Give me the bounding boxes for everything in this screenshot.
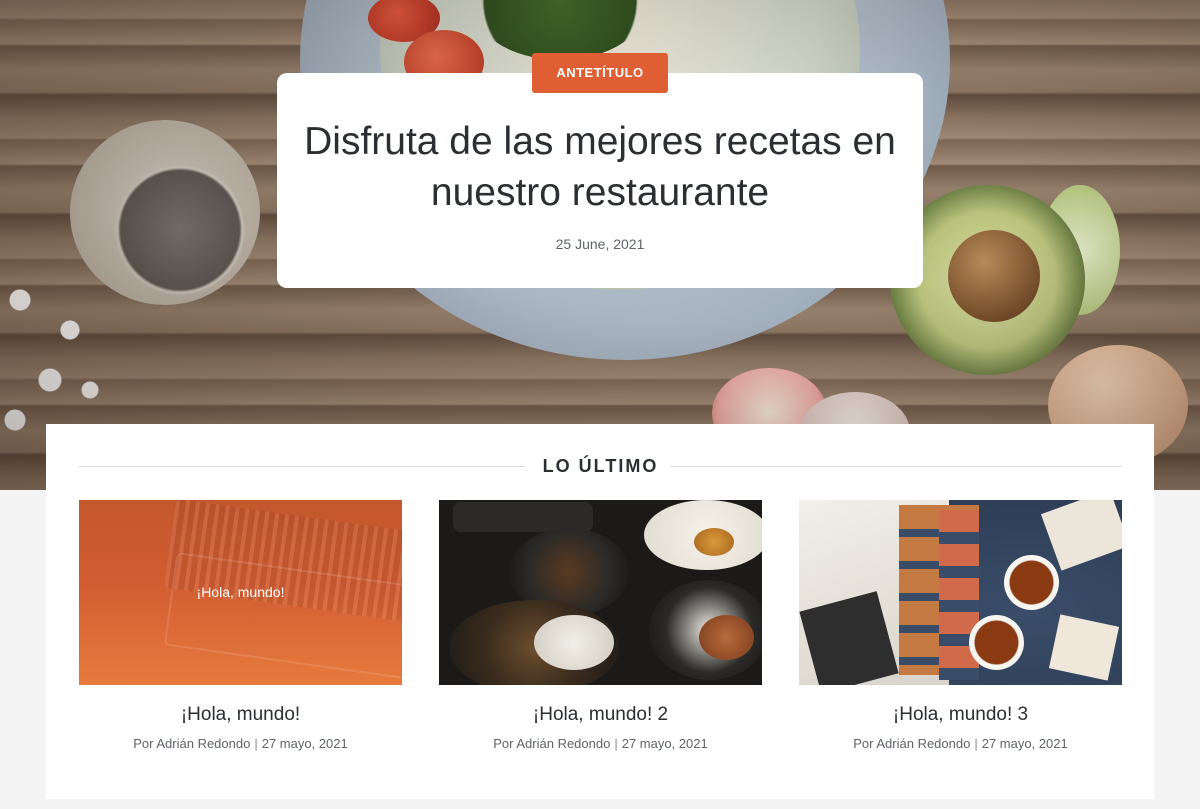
hero-banner: ANTETÍTULO Disfruta de las mejores recet…	[0, 0, 1200, 490]
post-date: 27 mayo, 2021	[621, 736, 708, 751]
post-title[interactable]: ¡Hola, mundo!	[79, 704, 402, 726]
post-date: 27 mayo, 2021	[981, 736, 1068, 751]
post-thumbnail[interactable]	[439, 500, 762, 685]
divider	[670, 466, 1122, 467]
post-author[interactable]: Por Adrián Redondo	[853, 736, 970, 751]
hero-title[interactable]: Disfruta de las mejores recetas en nuest…	[297, 117, 903, 218]
post-date: 27 mayo, 2021	[261, 736, 348, 751]
post-title[interactable]: ¡Hola, mundo! 2	[439, 704, 762, 726]
post-meta: Por Adrián Redondo | 27 mayo, 2021	[133, 736, 348, 751]
post-card[interactable]: ¡Hola, mundo! 3 Por Adrián Redondo | 27 ma…	[799, 500, 1122, 751]
post-card[interactable]: ¡Hola, mundo! ¡Hola, mundo! Por Adrián R…	[79, 500, 402, 751]
post-thumbnail[interactable]: ¡Hola, mundo!	[79, 500, 402, 685]
post-card[interactable]: ¡Hola, mundo! 2 Por Adrián Redondo | 27 ma…	[439, 500, 762, 751]
post-author[interactable]: Por Adrián Redondo	[493, 736, 610, 751]
latest-posts-section: LO ÚLTIMO ¡Hola, mundo! ¡Hola, mundo! Po…	[46, 424, 1154, 799]
post-meta: Por Adrián Redondo | 27 mayo, 2021	[853, 736, 1068, 751]
category-badge[interactable]: ANTETÍTULO	[532, 53, 668, 93]
post-meta: Por Adrián Redondo | 27 mayo, 2021	[493, 736, 708, 751]
hero-date: 25 June, 2021	[555, 236, 645, 252]
section-header: LO ÚLTIMO	[79, 452, 1122, 478]
thumbnail-overlay-title: ¡Hola, mundo!	[196, 584, 285, 600]
post-thumbnail[interactable]	[799, 500, 1122, 685]
hero-post-card[interactable]: ANTETÍTULO Disfruta de las mejores recet…	[277, 53, 923, 288]
post-author[interactable]: Por Adrián Redondo	[133, 736, 250, 751]
post-title[interactable]: ¡Hola, mundo! 3	[799, 704, 1122, 726]
